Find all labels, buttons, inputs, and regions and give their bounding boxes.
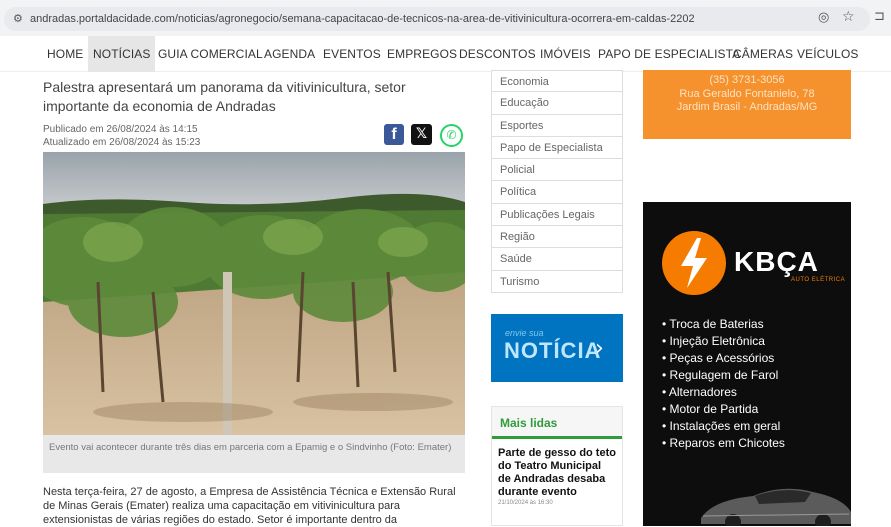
service-item: • Troca de Baterias — [662, 317, 764, 331]
category-item[interactable]: Economia — [491, 70, 623, 93]
lightning-icon — [681, 238, 707, 288]
category-item[interactable]: Turismo — [491, 270, 623, 293]
kbca-services: • Troca de Baterias • Injeção Eletrônica… — [662, 316, 785, 452]
most-read-title[interactable]: Parte de gesso do teto do Teatro Municip… — [492, 439, 622, 499]
most-read-box: Mais lidas Parte de gesso do teto do Tea… — [491, 406, 623, 526]
article-photo — [43, 152, 465, 435]
service-item: • Reparos em Chicotes — [662, 436, 785, 450]
service-item: • Injeção Eletrônica — [662, 334, 765, 348]
nav-item-eventos[interactable]: EVENTOS — [323, 36, 381, 72]
car-image — [701, 488, 851, 526]
nav-item-home[interactable]: HOME — [47, 36, 83, 72]
photo-caption: Evento vai acontecer durante três dias e… — [43, 435, 465, 473]
category-item[interactable]: Esportes — [491, 114, 623, 137]
article-body: Nesta terça-feira, 27 de agosto, a Empre… — [43, 486, 456, 526]
most-read-heading: Mais lidas — [492, 407, 622, 439]
nav-item-empregos[interactable]: EMPREGOS — [387, 36, 457, 72]
nav-item-descontos[interactable]: DESCONTOS — [459, 36, 536, 72]
ad-address: Rua Geraldo Fontanielo, 78 — [679, 88, 815, 100]
service-item: • Alternadores — [662, 385, 737, 399]
article-dates: Publicado em 26/08/2024 às 14:15 Atualiz… — [43, 123, 200, 149]
facebook-icon[interactable]: f — [384, 124, 404, 145]
eye-off-icon[interactable]: ◎ — [818, 10, 829, 25]
nav-item-noticias[interactable]: NOTÍCIAS — [88, 36, 156, 72]
send-news-word: NOTÍCIA — [504, 338, 602, 363]
category-item[interactable]: Policial — [491, 159, 623, 182]
published-date: Publicado em 26/08/2024 às 14:15 — [43, 124, 198, 135]
nav-item-cameras[interactable]: CÂMERAS — [733, 36, 793, 72]
send-news-banner[interactable]: envie sua NOTÍCIA › — [491, 314, 623, 382]
service-item: • Regulagem de Farol — [662, 368, 779, 382]
browser-address-bar: ⚙ andradas.portaldacidade.com/noticias/a… — [0, 0, 891, 36]
service-item: • Peças e Acessórios — [662, 351, 775, 365]
site-info-icon[interactable]: ⚙ — [13, 12, 23, 25]
article-lead: Palestra apresentará um panorama da viti… — [43, 79, 406, 114]
url-text[interactable]: andradas.portaldacidade.com/noticias/agr… — [30, 13, 695, 25]
category-item[interactable]: Saúde — [491, 248, 623, 271]
categories-list: Economia Educação Esportes Papo de Espec… — [491, 70, 623, 293]
service-item: • Instalações em geral — [662, 419, 781, 433]
nav-item-imoveis[interactable]: IMÓVEIS — [540, 36, 591, 72]
ad-top-banner[interactable]: (35) 3731-3056 Rua Geraldo Fontanielo, 7… — [643, 70, 851, 139]
service-item: • Motor de Partida — [662, 402, 759, 416]
category-item[interactable]: Política — [491, 181, 623, 204]
nav-item-guia-comercial[interactable]: GUIA COMERCIAL — [158, 36, 263, 72]
category-item[interactable]: Papo de Especialista — [491, 136, 623, 160]
nav-item-veiculos[interactable]: VEÍCULOS — [797, 36, 859, 72]
chevron-right-icon: › — [595, 336, 604, 361]
category-item[interactable]: Educação — [491, 92, 623, 115]
kbca-brand: KBÇA — [734, 246, 819, 277]
ad-kbca-banner[interactable]: KBÇA AUTO ELÉTRICA • Troca de Baterias •… — [643, 202, 851, 526]
nav-item-papo-de-especialista[interactable]: PAPO DE ESPECIALISTA — [598, 36, 740, 72]
kbca-subtitle: AUTO ELÉTRICA — [791, 277, 846, 283]
nav-item-agenda[interactable]: AGENDA — [264, 36, 315, 72]
star-icon[interactable]: ☆ — [842, 9, 855, 25]
category-item[interactable]: Região — [491, 226, 623, 249]
most-read-date: 21/10/2024 às 16:30 — [498, 500, 553, 506]
extensions-icon[interactable]: ⊐ — [874, 9, 885, 24]
whatsapp-icon[interactable]: ✆ — [440, 124, 463, 147]
send-news-small: envie sua — [505, 328, 544, 338]
category-item[interactable]: Publicações Legais — [491, 203, 623, 227]
x-icon[interactable]: 𝕏 — [411, 124, 432, 145]
ad-district: Jardim Brasil - Andradas/MG — [676, 101, 818, 113]
ad-phone: (35) 3731-3056 — [709, 74, 785, 86]
updated-date: Atualizado em 26/08/2024 às 15:23 — [43, 137, 201, 148]
main-nav: HOME NOTÍCIAS GUIA COMERCIAL AGENDA EVEN… — [0, 36, 891, 72]
